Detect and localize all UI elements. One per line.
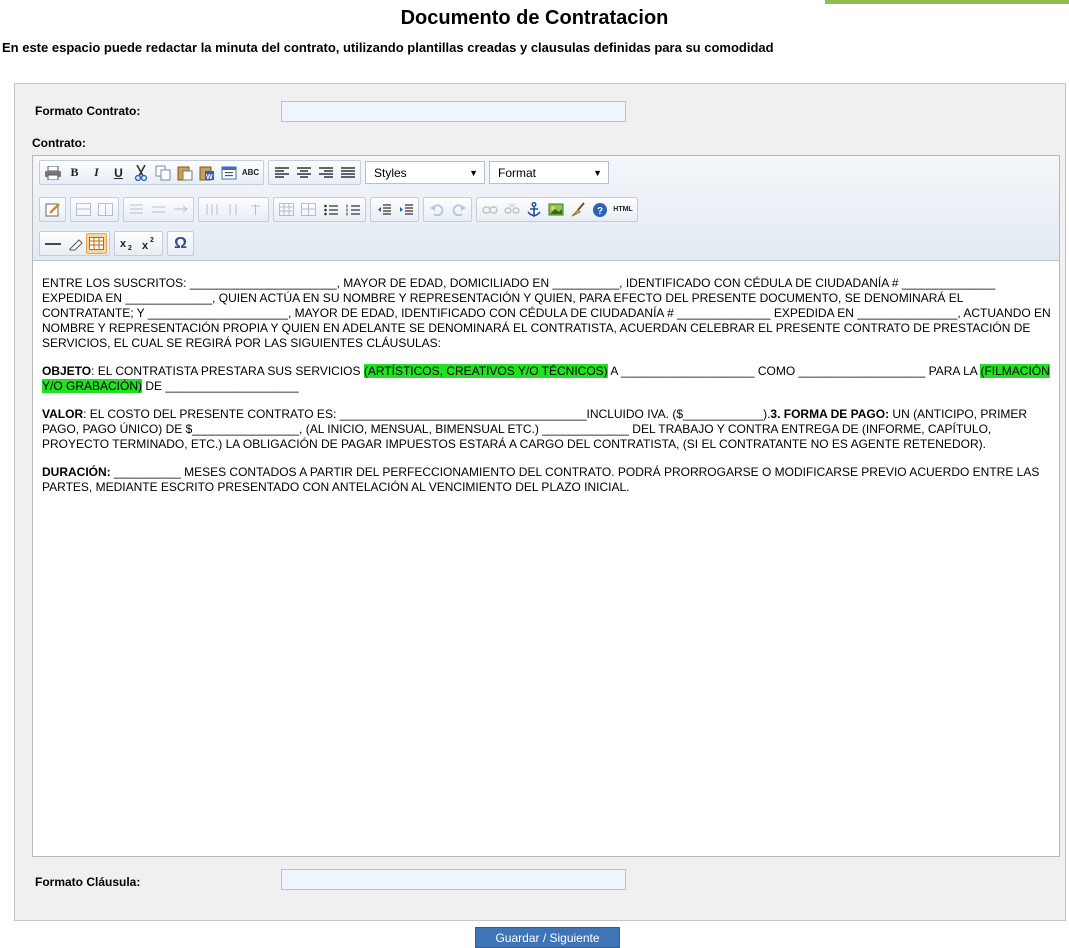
editor-toolbar: B I U W ABC Styles ▼ Format ▼ ? HTML x 2… [33,156,1059,261]
paste-text-icon[interactable] [218,162,239,183]
col-delete-icon[interactable] [245,199,266,220]
toolbar-group-rows [123,197,194,222]
toolbar-group-insert: ? HTML [476,197,638,222]
edit-source-icon[interactable] [42,199,63,220]
print-icon[interactable] [42,162,63,183]
row-props-icon[interactable] [170,199,191,220]
contract-duracion-paragraph: DURACIÓN: __________ MESES CONTADOS A PA… [42,465,1054,495]
page-subtitle: En este espacio puede redactar la minuta… [2,40,774,55]
table-split-icon[interactable] [95,199,116,220]
svg-text:2: 2 [150,237,154,244]
bold-button[interactable]: B [64,162,85,183]
cut-icon[interactable] [130,162,151,183]
anchor-icon[interactable] [523,199,544,220]
subscript-icon[interactable]: x2 [117,233,138,254]
format-dropdown[interactable]: Format ▼ [489,161,609,184]
underline-button[interactable]: U [108,162,129,183]
outdent-icon[interactable] [373,199,394,220]
align-left-icon[interactable] [271,162,292,183]
svg-text:?: ? [597,206,603,217]
formato-clausula-input[interactable] [281,869,626,890]
toolbar-group-align [268,160,361,185]
bulleted-list-icon[interactable] [320,199,341,220]
image-icon[interactable] [545,199,566,220]
header-accent-bar [825,0,1069,4]
formato-contrato-label: Formato Contrato: [35,104,141,118]
formato-clausula-label: Formato Cláusula: [35,875,141,889]
duracion-text: __________ MESES CONTADOS A PARTIR DEL P… [42,465,1040,494]
svg-text:2: 2 [128,245,132,251]
row-delete-icon[interactable] [148,199,169,220]
save-next-button[interactable]: Guardar / Siguiente [475,927,620,948]
row-insert-icon[interactable] [126,199,147,220]
contrato-label: Contrato: [32,136,86,150]
copy-icon[interactable] [152,162,173,183]
italic-button[interactable]: I [86,162,107,183]
superscript-icon[interactable]: x2 [139,233,160,254]
chevron-down-icon: ▼ [593,167,602,178]
html-source-button[interactable]: HTML [611,199,635,220]
valor-label: VALOR [42,407,84,421]
contract-content[interactable]: ENTRE LOS SUSCRITOS: ___________________… [42,276,1054,508]
redo-icon[interactable] [448,199,469,220]
styles-dropdown-label: Styles [374,165,407,180]
paste-word-icon[interactable]: W [196,162,217,183]
rich-text-editor: B I U W ABC Styles ▼ Format ▼ ? HTML x 2… [32,155,1060,857]
contract-objeto-paragraph: OBJETO: EL CONTRATISTA PRESTARA SUS SERV… [42,364,1054,394]
unlink-icon[interactable] [501,199,522,220]
paste-icon[interactable] [174,162,195,183]
numbered-list-icon[interactable] [342,199,363,220]
help-icon[interactable]: ? [589,199,610,220]
objeto-text-3: DE ____________________ [142,379,299,393]
horizontal-rule-icon[interactable] [42,233,63,254]
toolbar-group-history [423,197,472,222]
toolbar-group-script: x2 x2 [114,231,163,256]
toolbar-group-format: B I U W ABC [39,160,264,185]
formato-contrato-input[interactable] [281,101,626,122]
table-props-icon[interactable] [276,199,297,220]
align-right-icon[interactable] [315,162,336,183]
styles-dropdown[interactable]: Styles ▼ [365,161,485,184]
cleanup-icon[interactable] [567,199,588,220]
eraser-icon[interactable] [64,233,85,254]
undo-icon[interactable] [426,199,447,220]
link-icon[interactable] [479,199,500,220]
forma-pago-label: 3. FORMA DE PAGO: [770,407,890,421]
align-center-icon[interactable] [293,162,314,183]
spellcheck-icon[interactable]: ABC [240,162,261,183]
svg-text:W: W [206,174,213,181]
toolbar-group-edit [39,197,66,222]
table-icon[interactable] [86,233,107,254]
page-title: Documento de Contratacion [400,7,669,29]
toolbar-group-indent [370,197,419,222]
chevron-down-icon: ▼ [469,167,478,178]
objeto-label: OBJETO [42,364,92,378]
svg-text:x: x [120,238,127,250]
duracion-label: DURACIÓN: [42,465,111,479]
objeto-text-1: : EL CONTRATISTA PRESTARA SUS SERVICIOS [91,364,364,378]
col-add-icon[interactable] [223,199,244,220]
justify-icon[interactable] [337,162,358,183]
col-insert-icon[interactable] [201,199,222,220]
objeto-highlight-1: (ARTÍSTICOS, CREATIVOS Y/O TÉCNICOS) [363,364,608,378]
toolbar-group-misc [39,231,110,256]
objeto-text-2: A ____________________ COMO ____________… [607,364,981,378]
table-cell-icon[interactable] [298,199,319,220]
indent-icon[interactable] [395,199,416,220]
valor-text: : EL COSTO DEL PRESENTE CONTRATO ES: ___… [83,407,771,421]
toolbar-group-lists [273,197,366,222]
toolbar-group-table [70,197,119,222]
contract-valor-paragraph: VALOR: EL COSTO DEL PRESENTE CONTRATO ES… [42,407,1054,452]
svg-text:x: x [142,240,149,251]
table-merge-icon[interactable] [73,199,94,220]
toolbar-group-special: Ω [167,231,194,256]
special-char-button[interactable]: Ω [170,233,191,254]
toolbar-group-cols [198,197,269,222]
format-dropdown-label: Format [498,165,537,180]
contract-intro-paragraph: ENTRE LOS SUSCRITOS: ___________________… [42,276,1051,350]
